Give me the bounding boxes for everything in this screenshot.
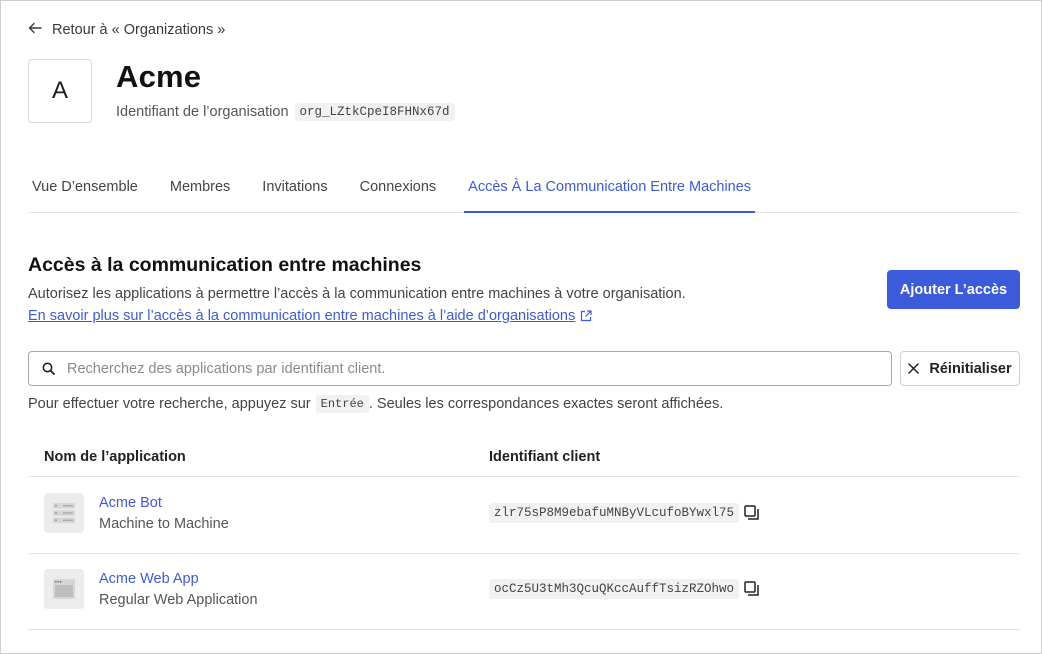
section-description: Autorisez les applications à permettre l… bbox=[28, 286, 686, 302]
search-icon bbox=[42, 362, 55, 375]
search-hint: Pour effectuer votre recherche, appuyez … bbox=[28, 395, 723, 413]
docs-link-label: En savoir plus sur l’accès à la communic… bbox=[28, 308, 576, 324]
back-link[interactable]: Retour à « Organizations » bbox=[28, 21, 225, 38]
table-header: Nom de l’application Identifiant client bbox=[28, 439, 1020, 477]
hint-text-before: Pour effectuer votre recherche, appuyez … bbox=[28, 396, 311, 412]
tab-m2m-access[interactable]: Accès À La Communication Entre Machines bbox=[464, 167, 756, 213]
server-icon bbox=[44, 493, 84, 533]
column-header-app-name: Nom de l’application bbox=[44, 449, 186, 465]
reset-button-label: Réinitialiser bbox=[929, 360, 1012, 377]
tab-bar: Vue D’ensemble Membres Invitations Conne… bbox=[28, 167, 1020, 213]
org-id-value: org_LZtkCpeI8FHNx67d bbox=[294, 103, 455, 121]
browser-window-icon bbox=[44, 569, 84, 609]
client-id-value: ocCz5U3tMh3QcuQKccAuffTsizRZOhwo bbox=[489, 579, 740, 599]
docs-link[interactable]: En savoir plus sur l’accès à la communic… bbox=[28, 308, 592, 324]
back-link-label: Retour à « Organizations » bbox=[52, 21, 226, 38]
app-type: Regular Web Application bbox=[99, 592, 258, 608]
close-icon bbox=[908, 363, 920, 374]
org-id-label: Identifiant de l’organisation bbox=[116, 104, 289, 120]
hint-text-after: . Seules les correspondances exactes ser… bbox=[368, 396, 724, 412]
client-id-value: zlr75sP8M9ebafuMNByVLcufoBYwxl75 bbox=[489, 503, 740, 523]
column-header-client-id: Identifiant client bbox=[489, 449, 601, 465]
table-row: Acme Bot Machine to Machine zlr75sP8M9eb… bbox=[28, 477, 1020, 554]
org-avatar: A bbox=[28, 59, 92, 123]
app-name-link[interactable]: Acme Web App bbox=[99, 571, 199, 587]
section-title: Accès à la communication entre machines bbox=[28, 254, 422, 276]
reset-button[interactable]: Réinitialiser bbox=[900, 351, 1020, 386]
app-name-link[interactable]: Acme Bot bbox=[99, 495, 162, 511]
add-access-button[interactable]: Ajouter L’accès bbox=[887, 270, 1020, 309]
search-box bbox=[28, 351, 892, 386]
tab-overview[interactable]: Vue D’ensemble bbox=[28, 167, 142, 212]
copy-icon[interactable] bbox=[744, 581, 759, 596]
hint-key: Entrée bbox=[315, 395, 369, 413]
org-id-row: Identifiant de l’organisation org_LZtkCp… bbox=[116, 103, 455, 121]
app-type: Machine to Machine bbox=[99, 516, 229, 532]
page-title: Acme bbox=[116, 59, 202, 94]
tab-invitations[interactable]: Invitations bbox=[258, 167, 331, 212]
search-input[interactable] bbox=[65, 353, 891, 384]
tab-members[interactable]: Membres bbox=[166, 167, 234, 212]
app-frame: Retour à « Organizations » A Acme Identi… bbox=[0, 0, 1042, 654]
table-row: Acme Web App Regular Web Application ocC… bbox=[28, 553, 1020, 630]
copy-icon[interactable] bbox=[744, 505, 759, 520]
tab-connections[interactable]: Connexions bbox=[356, 167, 441, 212]
arrow-left-icon bbox=[28, 21, 42, 38]
external-link-icon bbox=[580, 310, 592, 322]
